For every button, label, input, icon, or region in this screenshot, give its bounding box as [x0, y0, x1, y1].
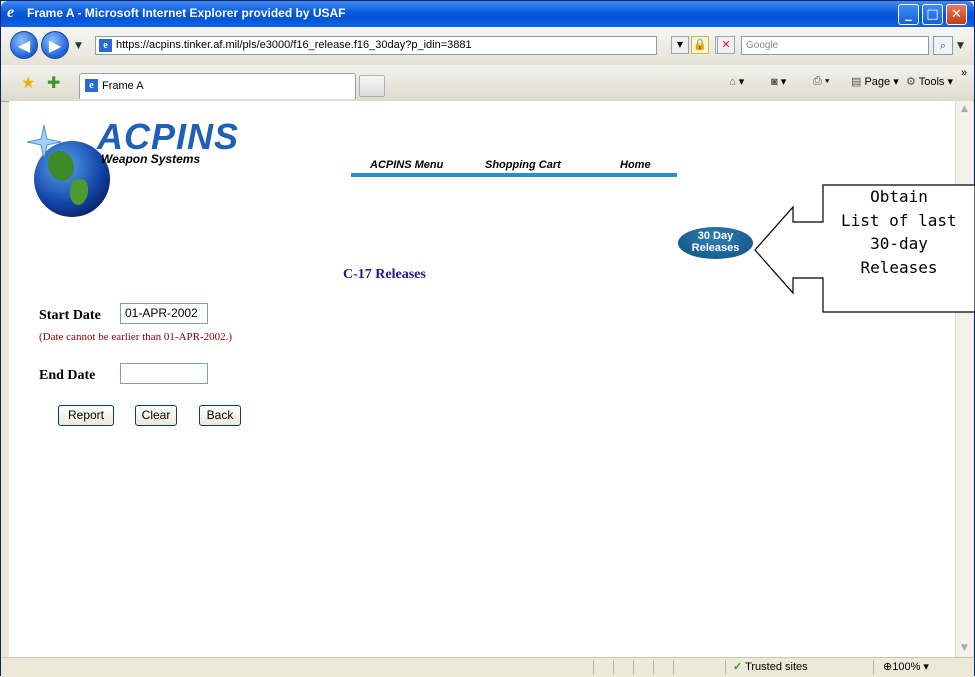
status-divider [725, 660, 726, 675]
address-url: https://acpins.tinker.af.mil/pls/e3000/f… [116, 39, 472, 51]
scroll-down-icon[interactable]: ▼ [956, 640, 973, 657]
favorites-star-icon[interactable]: ★ [21, 73, 35, 92]
status-divider [673, 660, 674, 675]
title-bar: e Frame A - Microsoft Internet Explorer … [1, 1, 974, 27]
status-bar: ✓ Trusted sites ⊕100% ▾ [1, 657, 974, 677]
status-divider [873, 660, 874, 675]
maximize-button[interactable]: □ [922, 4, 943, 25]
globe-land-shape [70, 179, 88, 205]
tools-menu-label: Tools [918, 76, 945, 88]
report-button[interactable]: Report [58, 405, 114, 426]
nav-link-acpins-menu[interactable]: ACPINS Menu [370, 159, 443, 171]
address-toolbar: ◀ ▶ ▼ e https://acpins.tinker.af.mil/pls… [1, 27, 974, 66]
nav-link-shopping-cart[interactable]: Shopping Cart [485, 159, 561, 171]
callout-line: Obtain [870, 187, 928, 206]
security-zone-label: Trusted sites [745, 661, 808, 673]
add-favorites-icon[interactable]: ✚ [47, 73, 60, 92]
search-icon[interactable]: ⌕ [933, 36, 953, 55]
browser-window: e Frame A - Microsoft Internet Explorer … [0, 0, 975, 677]
page-icon: e [85, 79, 98, 92]
page-title: C-17 Releases [343, 267, 426, 282]
start-date-input[interactable]: 01-APR-2002 [120, 303, 208, 324]
releases-button-line2: Releases [691, 242, 740, 254]
zoom-control[interactable]: ⊕100% ▾ [883, 660, 929, 673]
tab-toolbar: ★ ✚ e Frame A ⌂ ▾ ◙ ▾ ⎙ ▾ ▤ Page ▾ ⚙ Too… [1, 65, 974, 102]
callout-line: Releases [860, 257, 938, 277]
sparkle-icon [27, 125, 61, 159]
brand-subtitle: Weapon Systems [101, 152, 201, 166]
start-date-note: (Date cannot be earlier than 01-APR-2002… [39, 331, 233, 343]
feeds-icon[interactable]: ◙ ▾ [771, 75, 786, 88]
search-input[interactable]: Google [741, 36, 929, 55]
address-input[interactable]: e https://acpins.tinker.af.mil/pls/e3000… [95, 36, 657, 55]
ie-logo-icon: e [7, 4, 15, 21]
end-date-label: End Date [39, 368, 96, 383]
overflow-chevron-icon[interactable]: » [961, 67, 967, 79]
tab-label: Frame A [102, 80, 144, 92]
lock-icon[interactable]: 🔒 [691, 36, 709, 54]
callout-line: List of last [841, 210, 957, 230]
zoom-level: 100% [892, 661, 921, 673]
clear-button[interactable]: Clear [135, 405, 177, 426]
callout-text: Obtain List of last 30-day Releases [823, 185, 975, 279]
back-button[interactable]: Back [199, 405, 241, 426]
window-title: Frame A - Microsoft Internet Explorer pr… [27, 6, 346, 20]
tab-frame-a[interactable]: e Frame A [79, 73, 356, 99]
nav-link-home[interactable]: Home [620, 159, 651, 171]
search-dropdown-icon[interactable]: ▼ [957, 41, 964, 51]
status-divider [593, 660, 594, 675]
stop-icon[interactable]: ✕ [717, 36, 735, 54]
check-icon: ✓ [733, 661, 743, 673]
address-dropdown-icon[interactable]: ▼ [671, 36, 689, 54]
callout-line: 30-day [870, 234, 928, 253]
status-divider [613, 660, 614, 675]
minimize-button[interactable]: _ [898, 4, 919, 25]
security-zone[interactable]: ✓ Trusted sites [733, 660, 808, 673]
status-divider [633, 660, 634, 675]
forward-icon[interactable]: ▶ [41, 31, 69, 59]
scroll-up-icon[interactable]: ▲ [956, 101, 973, 118]
page-menu-label: Page [864, 76, 891, 88]
page-menu[interactable]: ▤ Page ▾ [851, 75, 899, 88]
back-icon[interactable]: ◀ [10, 31, 38, 59]
history-dropdown-icon[interactable]: ▼ [75, 41, 82, 51]
home-icon[interactable]: ⌂ ▾ [729, 75, 744, 88]
print-icon[interactable]: ⎙ ▾ [813, 75, 830, 88]
close-button[interactable]: ✕ [946, 4, 967, 25]
nav-underline-bar [351, 173, 677, 177]
page-icon: e [99, 39, 112, 52]
start-date-label: Start Date [39, 308, 101, 323]
status-divider [653, 660, 654, 675]
new-tab-button[interactable] [359, 75, 385, 97]
releases-button-line1: 30 Day [697, 230, 734, 242]
thirty-day-releases-button[interactable]: 30 Day Releases [678, 227, 753, 259]
tools-menu[interactable]: ⚙ Tools ▾ [906, 75, 953, 88]
end-date-input[interactable] [120, 363, 208, 384]
